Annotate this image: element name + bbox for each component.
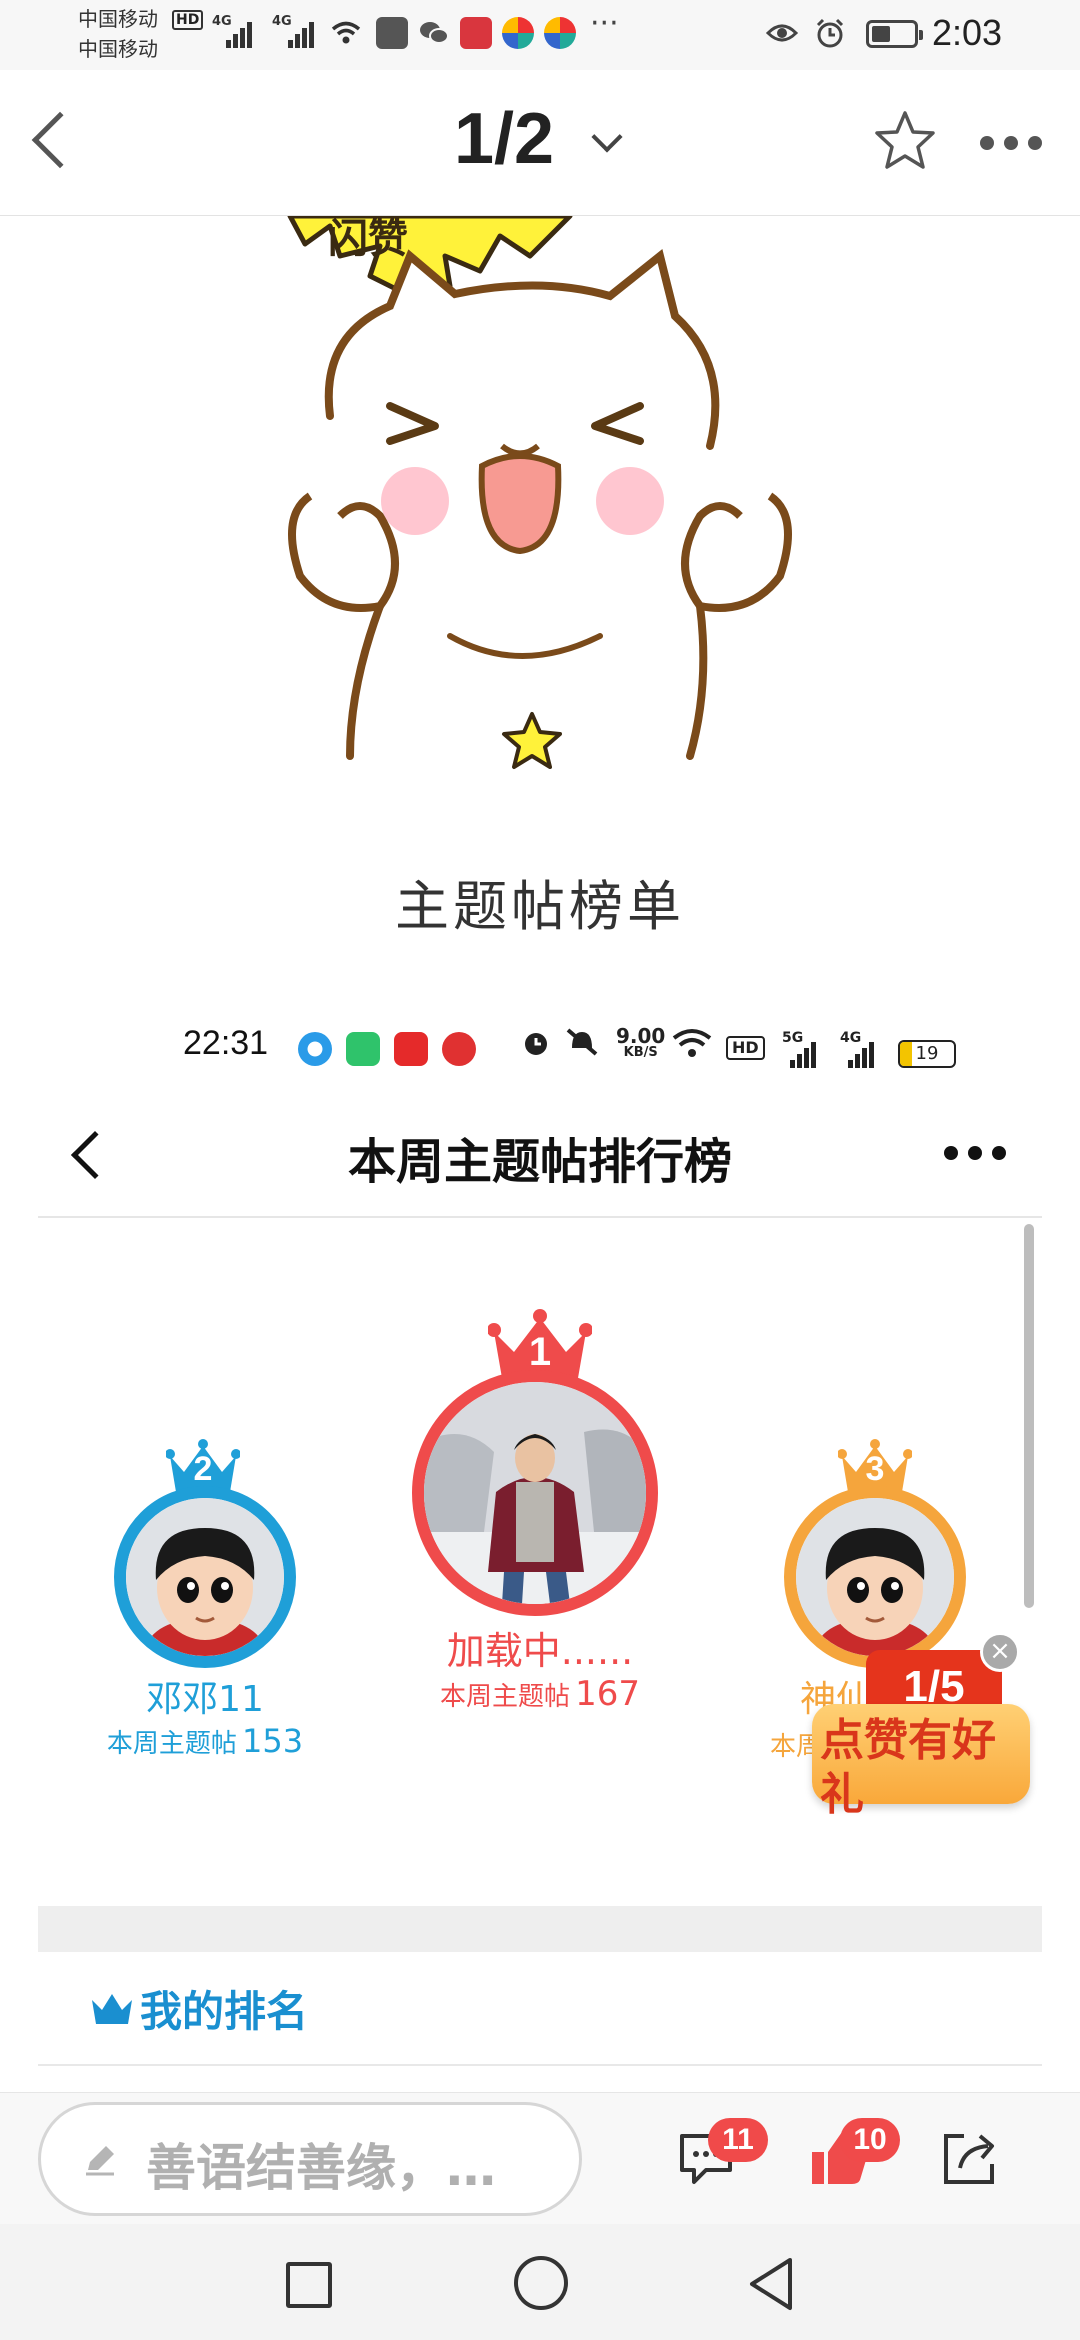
more-options-button[interactable] <box>976 128 1046 158</box>
embedded-status-bar: 22:31 9.00 KB/S HD 5G 4G 19 <box>0 1010 1080 1080</box>
rank-1-count: 本周主题帖 167 <box>390 1674 690 1714</box>
share-icon[interactable] <box>938 2126 1002 2190</box>
embedded-hd-badge: HD <box>726 1036 765 1060</box>
status-clock: 2:03 <box>932 12 1003 53</box>
rank-number: 2 <box>193 1450 213 1488</box>
app-notification-icon-1 <box>376 17 408 49</box>
eye-icon <box>766 24 798 42</box>
crown-icon <box>92 1994 132 2024</box>
count-value: 153 <box>242 1722 304 1760</box>
like-count-badge: 10 <box>840 2118 900 2162</box>
comment-count-badge: 11 <box>708 2118 768 2162</box>
app-notification-icon-3 <box>502 17 534 49</box>
close-icon[interactable]: × <box>980 1632 1020 1672</box>
comment-placeholder[interactable]: 善语结善缘，… <box>146 2128 496 2200</box>
alarm-icon <box>816 18 844 48</box>
hd-badge: HD <box>172 10 204 30</box>
banner-text: 闪赞 <box>328 216 408 262</box>
my-rank-label[interactable]: 我的排名 <box>140 1978 308 2039</box>
user-photo-image <box>424 1382 646 1604</box>
embedded-wifi-icon <box>672 1029 712 1057</box>
home-button[interactable] <box>514 2256 568 2310</box>
rank-2-count: 本周主题帖 153 <box>60 1722 350 1760</box>
wifi-icon <box>331 21 361 44</box>
leaderboard-title: 本周主题帖排行榜 <box>347 1134 732 1190</box>
carrier-2: 中国移动 <box>78 37 158 61</box>
cat-sticker-image: 闪赞 <box>287 216 792 769</box>
scrollbar[interactable] <box>1024 1224 1034 1608</box>
rank-2-entry[interactable]: 2 邓邓11 本周主题帖 153 <box>60 1436 350 1766</box>
rank-number: 1 <box>528 1330 552 1374</box>
app-notification-icon-2 <box>460 17 492 49</box>
promo-text[interactable]: 点赞有好礼 <box>820 1714 1020 1822</box>
rank-1-entry[interactable]: 1 加载中...... 本周主题帖 167 <box>390 1306 690 1726</box>
count-label: 本周主题帖 <box>439 1682 570 1712</box>
section-divider <box>38 1906 1042 1952</box>
embedded-header: 本周主题帖排行榜 <box>38 1090 1042 1218</box>
count-value: 167 <box>575 1674 640 1714</box>
embedded-clock: 22:31 <box>183 1024 269 1062</box>
status-bar: 中国移动 中国移动 HD 4G 4G ··· 2:03 <box>0 0 1080 70</box>
wechat-icon <box>420 22 449 44</box>
embedded-more-button[interactable] <box>944 1144 1010 1164</box>
embedded-signal-icon-2 <box>848 1040 876 1068</box>
app-header: 1/2 <box>0 70 1080 216</box>
embedded-battery-icon: 19 <box>898 1040 956 1068</box>
network-speed-unit: KB/S <box>623 1045 658 1060</box>
cartoon-avatar-image <box>126 1498 284 1656</box>
rank-number: 3 <box>865 1450 885 1488</box>
embedded-alarm-icon <box>525 1033 547 1055</box>
browser-app-icon <box>298 1032 332 1066</box>
divider <box>38 2064 1042 2066</box>
signal-icon-2 <box>288 18 316 48</box>
avatar[interactable] <box>114 1486 296 1668</box>
shopping-app-icon <box>394 1032 428 1066</box>
cartoon-avatar-image <box>796 1498 954 1656</box>
battery-app-icon <box>346 1032 380 1066</box>
nav-back-button[interactable] <box>746 2256 796 2312</box>
star-icon[interactable] <box>872 108 938 174</box>
signal-icon-1 <box>226 18 254 48</box>
thread-title: 主题帖榜单 <box>395 875 685 938</box>
page-indicator[interactable]: 1/2 <box>454 98 554 180</box>
avatar[interactable] <box>412 1370 658 1616</box>
back-icon[interactable] <box>31 111 89 169</box>
embedded-battery-level: 19 <box>915 1043 939 1064</box>
avatar[interactable] <box>784 1486 966 1668</box>
more-notifications-icon: ··· <box>590 6 619 41</box>
rank-2-name: 邓邓11 <box>146 1679 264 1720</box>
pencil-icon <box>86 2146 114 2176</box>
recents-button[interactable] <box>286 2262 332 2308</box>
embedded-signal-icon-1 <box>790 1040 818 1068</box>
battery-icon <box>866 20 923 48</box>
news-app-icon <box>442 1032 476 1066</box>
network-speed: 9.00 KB/S <box>616 1026 665 1060</box>
app-notification-icon-4 <box>544 17 576 49</box>
rank-1-name: 加载中...... <box>446 1629 634 1673</box>
chevron-down-icon[interactable] <box>591 121 623 153</box>
carrier-1: 中国移动 <box>78 7 158 31</box>
mute-icon <box>566 1028 598 1056</box>
count-label: 本周主题帖 <box>106 1729 237 1759</box>
